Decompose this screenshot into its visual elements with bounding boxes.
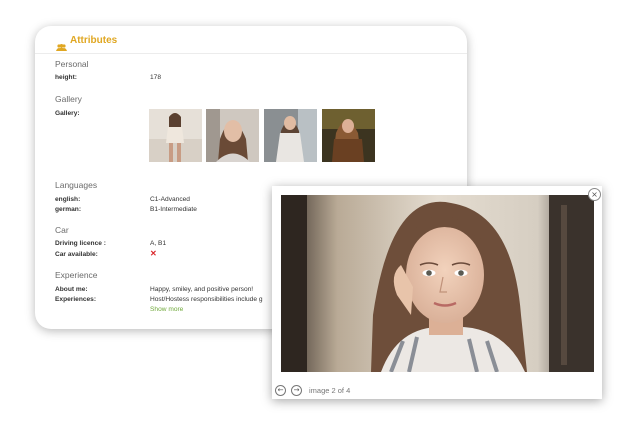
gallery-label: Gallery: (55, 110, 80, 117)
section-car: Car (55, 225, 69, 235)
next-image-button[interactable]: → (291, 385, 302, 396)
lightbox-image (281, 195, 594, 372)
driving-licence-label: Driving licence : (55, 240, 106, 247)
language-value-english: C1-Advanced (150, 196, 190, 203)
section-languages: Languages (55, 180, 98, 190)
image-counter: image 2 of 4 (309, 386, 351, 395)
section-personal: Personal (55, 59, 89, 69)
gallery-thumbnail-2[interactable] (206, 109, 259, 162)
language-label-english: english: (55, 196, 81, 203)
attributes-header: Attributes (35, 26, 467, 54)
experiences-label: Experiences: (55, 296, 97, 303)
experiences-value: Host/Hostess responsibilities include g (150, 296, 263, 303)
height-label: height: (55, 74, 77, 81)
gallery-thumbnail-3[interactable] (264, 109, 317, 162)
section-experience: Experience (55, 270, 98, 280)
car-available-label: Car available: (55, 251, 98, 258)
height-value: 178 (150, 74, 162, 81)
image-lightbox: × ← → image 2 of 4 (272, 186, 602, 399)
cross-icon: ✕ (150, 249, 157, 258)
driving-licence-value: A, B1 (150, 240, 167, 247)
show-more-link[interactable]: Show more (150, 306, 183, 313)
gallery-thumbnail-1[interactable] (149, 109, 202, 162)
previous-image-button[interactable]: ← (275, 385, 286, 396)
about-me-label: About me: (55, 286, 88, 293)
close-icon[interactable]: × (588, 188, 601, 201)
section-gallery: Gallery (55, 94, 82, 104)
language-label-german: german: (55, 206, 82, 213)
about-me-value: Happy, smiley, and positive person! (150, 286, 254, 293)
attributes-title: Attributes (70, 35, 118, 46)
users-icon (56, 36, 67, 55)
gallery-thumbnail-4[interactable] (322, 109, 375, 162)
language-value-german: B1-Intermediate (150, 206, 197, 213)
